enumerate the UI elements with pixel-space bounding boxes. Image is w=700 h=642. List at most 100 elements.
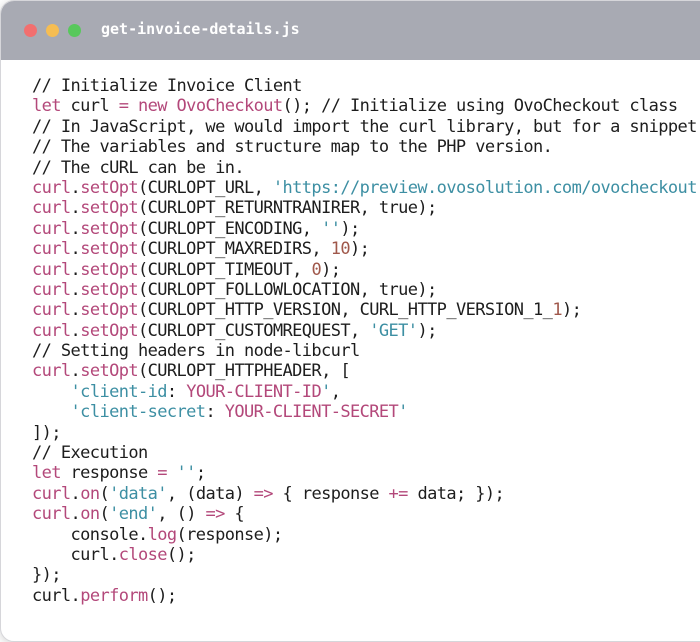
code-line: curl.on('end', () => { <box>32 504 700 524</box>
code-token-default: (); // Initialize using OvoCheckout clas… <box>282 96 679 117</box>
code-token-string: 'data' <box>109 483 167 504</box>
code-token-default: . <box>70 300 81 321</box>
code-line: curl.setOpt(CURLOPT_ENCODING, ''); <box>32 219 700 239</box>
code-token-member: on <box>80 504 100 525</box>
code-token-default <box>32 382 71 402</box>
code-token-default: . <box>70 259 81 280</box>
code-line: 'client-secret: YOUR-CLIENT-SECRET' <box>32 402 700 422</box>
code-token-default: . <box>70 198 81 219</box>
code-token-default: (CURLOPT_ENCODING, <box>138 218 322 239</box>
code-line: let response = ''; <box>32 463 700 483</box>
code-token-string: ' <box>398 402 408 423</box>
code-token-default: curl <box>60 96 119 117</box>
code-block[interactable]: // Initialize Invoice Client let curl = n… <box>32 76 700 606</box>
code-token-member: setOpt <box>80 239 138 260</box>
code-token-string: 'GET' <box>369 320 418 341</box>
code-token-member: setOpt <box>80 361 138 382</box>
code-token-default: (CURLOPT_FOLLOWLOCATION, true); <box>138 279 437 300</box>
code-token-default: // Setting headers in node-libcurl <box>32 341 360 362</box>
code-token-default: . <box>70 320 81 341</box>
code-token-default: (response); <box>176 524 284 545</box>
code-token-default: data; }); <box>407 483 505 504</box>
code-line: curl.setOpt(CURLOPT_URL, 'https://previe… <box>32 178 700 198</box>
code-token-default: }); <box>32 565 62 586</box>
code-token-member: curl <box>32 259 71 280</box>
code-token-default: response <box>60 463 158 484</box>
code-token-default: ); <box>417 320 437 341</box>
code-token-default: ]); <box>32 422 62 443</box>
code-token-string: 'client-id <box>70 381 168 402</box>
code-line: curl.setOpt(CURLOPT_RETURNTRANIRER, true… <box>32 198 700 218</box>
code-token-default: console. <box>32 524 149 545</box>
code-token-member: OvoCheckout <box>176 96 284 117</box>
code-token-default: : <box>205 402 225 423</box>
window-title: get-invoice-details.js <box>101 20 300 38</box>
code-token-default: // Initialize Invoice Client <box>32 76 302 96</box>
code-token-member: YOUR-CLIENT-SECRET <box>224 402 399 423</box>
code-token-member: setOpt <box>80 198 138 219</box>
code-token-default: (CURLOPT_TIMEOUT, <box>138 259 312 280</box>
code-token-member: curl <box>32 300 71 321</box>
code-token-default <box>128 96 138 116</box>
code-token-default <box>167 463 177 483</box>
code-line: curl.perform(); <box>32 586 700 606</box>
code-token-member: curl <box>32 218 71 239</box>
code-token-keyword: new <box>138 96 168 117</box>
code-line: // Initialize Invoice Client <box>32 76 700 96</box>
code-token-member: curl <box>32 320 71 341</box>
code-token-default: (); <box>166 544 197 565</box>
code-token-default: . <box>70 239 81 260</box>
code-token-default: ); <box>349 239 370 260</box>
code-token-string: '' <box>321 218 341 239</box>
code-token-default: // The variables and structure map to th… <box>32 137 553 158</box>
code-token-member: setOpt <box>80 300 138 321</box>
code-token-default: . <box>70 504 81 525</box>
code-line: ]); <box>32 423 700 443</box>
code-line: let curl = new OvoCheckout(); // Initial… <box>32 96 700 116</box>
code-token-default: (CURLOPT_MAXREDIRS, <box>138 239 331 260</box>
editor-window: get-invoice-details.js // Initialize Inv… <box>0 0 700 642</box>
code-token-member: curl <box>32 239 71 260</box>
code-token-keyword: = <box>118 96 129 117</box>
code-token-default: (); <box>147 585 178 606</box>
code-token-default: ); <box>561 300 582 321</box>
code-token-member: YOUR-CLIENT-ID <box>186 381 322 402</box>
code-token-default: (CURLOPT_HTTP_VERSION, CURL_HTTP_VERSION… <box>138 300 553 321</box>
code-token-number: 10 <box>330 239 351 260</box>
code-token-default <box>32 402 71 422</box>
code-token-default: // Execution <box>32 443 148 464</box>
code-token-member: log <box>147 524 178 545</box>
code-token-default: { <box>224 504 245 525</box>
code-line: // The cURL can be in. <box>32 158 700 178</box>
code-token-default: . <box>70 483 81 504</box>
maximize-window-button[interactable] <box>68 24 81 37</box>
code-token-member: close <box>118 544 168 565</box>
code-line: curl.setOpt(CURLOPT_MAXREDIRS, 10); <box>32 239 700 259</box>
title-bar: get-invoice-details.js <box>1 1 700 60</box>
code-token-default: (CURLOPT_CUSTOMREQUEST, <box>138 320 370 341</box>
close-window-button[interactable] <box>24 24 37 37</box>
code-token-keyword: += <box>388 483 409 504</box>
code-line: // The variables and structure map to th… <box>32 137 700 157</box>
code-token-default: (CURLOPT_RETURNTRANIRER, true); <box>138 198 437 219</box>
code-line: curl.close(); <box>32 545 700 565</box>
code-token-keyword: let <box>32 96 62 117</box>
code-token-member: setOpt <box>80 259 138 280</box>
code-line: curl.on('data', (data) => { response += … <box>32 484 700 504</box>
code-token-member: setOpt <box>80 218 138 239</box>
code-line: // Execution <box>32 443 700 463</box>
code-token-member: curl <box>32 279 71 300</box>
minimize-window-button[interactable] <box>46 24 59 37</box>
code-line: console.log(response); <box>32 525 700 545</box>
code-token-default: , (data) <box>166 483 254 504</box>
code-token-member: setOpt <box>80 177 138 198</box>
code-token-member: setOpt <box>80 320 138 341</box>
code-token-string: 'client-secret <box>70 402 206 423</box>
code-token-default: // The cURL can be in. <box>32 157 245 178</box>
code-token-default: . <box>70 177 81 198</box>
code-token-default: : <box>166 381 187 402</box>
code-token-default: ); <box>321 259 341 280</box>
code-token-member: on <box>80 483 100 504</box>
code-line: }); <box>32 565 700 585</box>
code-token-member: curl <box>32 198 71 219</box>
